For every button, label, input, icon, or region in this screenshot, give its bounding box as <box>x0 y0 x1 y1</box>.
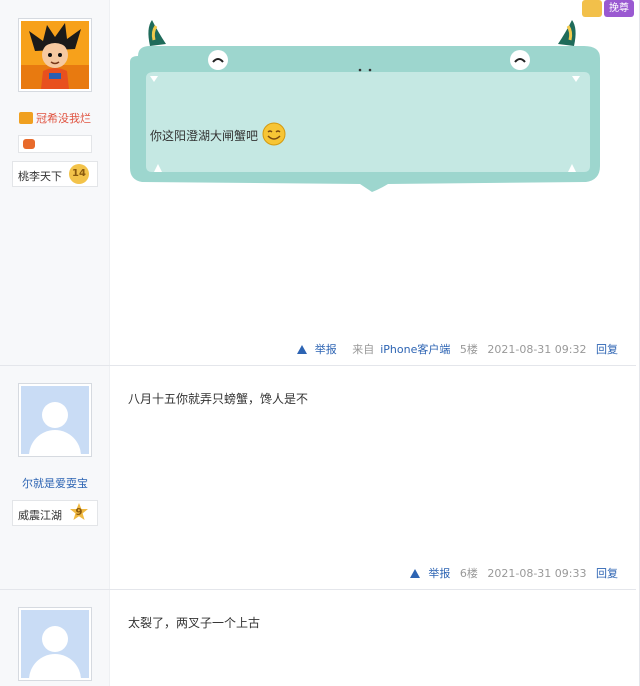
top-badge[interactable]: 挽尊 <box>582 0 634 17</box>
avatar-head <box>42 402 68 428</box>
post-content: 太裂了，两叉子一个上古 <box>110 590 636 686</box>
report-link[interactable]: 举报 <box>291 343 337 356</box>
badge-row <box>18 135 92 153</box>
post-floor-5: 冠希没我烂 桃李天下 14 你这阳澄湖大闸蟹吧 挽尊 举报 来自 iPhone客… <box>0 0 636 366</box>
avatar-body <box>29 430 81 454</box>
post-text: 太裂了，两叉子一个上古 <box>128 616 261 630</box>
level-number-icon: 14 <box>69 164 89 184</box>
post-time: 2021-08-31 09:32 <box>487 343 587 356</box>
post-footer: 举报 来自 iPhone客户端 5楼 2021-08-31 09:32 回复 <box>285 341 618 357</box>
thread-page: 冠希没我烂 桃李天下 14 你这阳澄湖大闸蟹吧 挽尊 举报 来自 iPhone客… <box>0 0 640 686</box>
post-time: 2021-08-31 09:33 <box>487 567 587 580</box>
level-badge[interactable]: 威震江湖 9 <box>12 500 98 526</box>
username[interactable]: 冠希没我烂 <box>0 110 110 126</box>
monster-bubble-frame <box>130 20 600 192</box>
post-footer: 举报 6楼 2021-08-31 09:33 回复 <box>398 565 618 581</box>
username[interactable]: 尔就是爱耍宝 <box>0 475 110 491</box>
floor-number: 6楼 <box>459 567 478 580</box>
reply-button[interactable]: 回复 <box>596 567 618 580</box>
source-text: 来自 iPhone客户端 <box>346 343 450 356</box>
smile-emoji-icon <box>262 122 286 146</box>
author-sidebar: 尔就是爱耍宝 威震江湖 9 <box>0 366 110 589</box>
default-avatar-icon <box>21 386 89 454</box>
warning-icon <box>296 345 307 354</box>
post-floor-7: 太裂了，两叉子一个上古 <box>0 590 636 686</box>
level-name: 桃李天下 <box>18 170 62 183</box>
post-content: 八月十五你就弄只螃蟹，馋人是不 举报 6楼 2021-08-31 09:33 回… <box>110 366 636 589</box>
username-text: 冠希没我烂 <box>36 112 91 125</box>
avatar[interactable] <box>18 607 92 681</box>
avatar[interactable] <box>18 18 92 92</box>
avatar[interactable] <box>18 383 92 457</box>
post-text: 八月十五你就弄只螃蟹，馋人是不 <box>128 392 309 406</box>
floor-number: 5楼 <box>459 343 478 356</box>
post-text-content: 你这阳澄湖大闸蟹吧 <box>150 129 259 143</box>
top-badge-label: 挽尊 <box>604 0 634 17</box>
reply-button[interactable]: 回复 <box>596 343 618 356</box>
avatar-body <box>29 654 81 678</box>
author-sidebar <box>0 590 110 686</box>
post-text: 你这阳澄湖大闸蟹吧 <box>150 122 286 146</box>
author-sidebar: 冠希没我烂 桃李天下 14 <box>0 0 110 365</box>
level-name: 威震江湖 <box>18 509 62 522</box>
warning-icon <box>410 569 421 578</box>
default-avatar-icon <box>21 610 89 678</box>
client-link[interactable]: iPhone客户端 <box>380 343 450 356</box>
level-number-icon: 9 <box>70 503 88 520</box>
avatar-image <box>21 21 89 89</box>
level-badge[interactable]: 桃李天下 14 <box>12 161 98 187</box>
post-floor-6: 尔就是爱耍宝 威震江湖 9 八月十五你就弄只螃蟹，馋人是不 举报 6楼 2021… <box>0 366 636 590</box>
crown-icon <box>582 0 602 17</box>
report-link[interactable]: 举报 <box>404 567 450 580</box>
report-label: 举报 <box>314 343 337 356</box>
report-label: 举报 <box>428 567 451 580</box>
game-icon[interactable] <box>23 139 35 149</box>
avatar-head <box>42 626 68 652</box>
post-content: 你这阳澄湖大闸蟹吧 挽尊 举报 来自 iPhone客户端 5楼 2021-08-3… <box>110 0 636 365</box>
crown-icon <box>19 112 33 124</box>
source-prefix: 来自 <box>352 343 375 356</box>
monster-bubble: 你这阳澄湖大闸蟹吧 <box>128 18 606 198</box>
